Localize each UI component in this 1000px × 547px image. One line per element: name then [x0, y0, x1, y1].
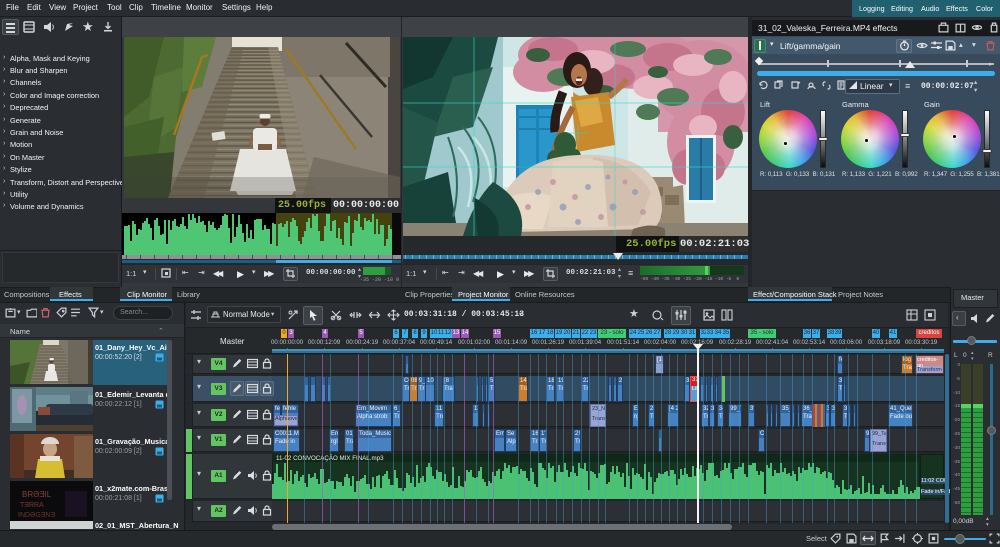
- svg-text:INDƏGƎNƎ: INDƏGƎNƎ: [18, 512, 55, 519]
- svg-text:BRƏƎIL: BRƏƎIL: [22, 490, 52, 499]
- svg-text:TƎRRA: TƎRRA: [20, 502, 44, 509]
